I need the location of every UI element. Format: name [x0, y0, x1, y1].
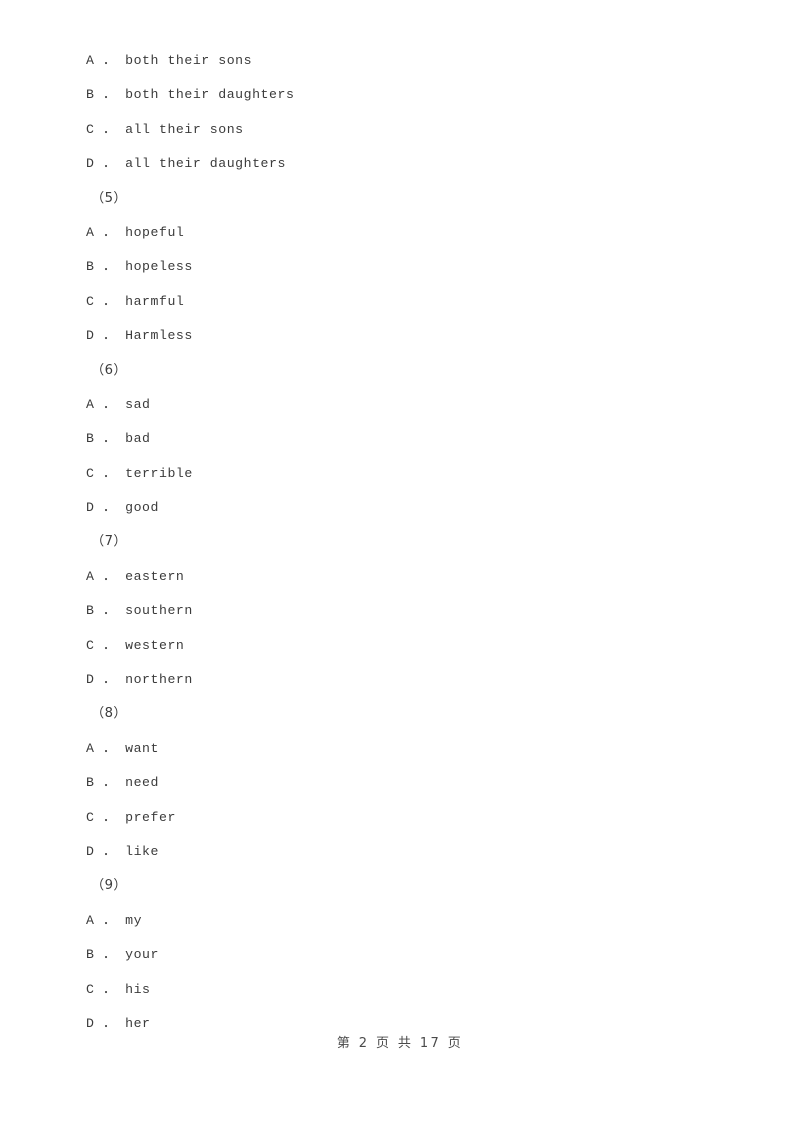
question-number: （6） — [91, 362, 127, 378]
question-group: A ． both their sons B ． both their daugh… — [86, 44, 746, 182]
question-group: （6） A ． sad B ． bad C ． terrible D ． goo… — [86, 354, 746, 526]
question-group: （7） A ． eastern B ． southern C ． western… — [86, 525, 746, 697]
question-group: （5） A ． hopeful B ． hopeless C ． harmful… — [86, 182, 746, 354]
question-number: （7） — [91, 534, 127, 550]
option-row[interactable]: C ． prefer — [86, 801, 746, 835]
option-row[interactable]: B ． hopeless — [86, 250, 746, 284]
question-number: （9） — [91, 878, 127, 894]
option-row[interactable]: C ． his — [86, 973, 746, 1007]
option-row[interactable]: A ． eastern — [86, 560, 746, 594]
option-row[interactable]: A ． want — [86, 732, 746, 766]
option-row[interactable]: A ． hopeful — [86, 216, 746, 250]
question-number: （5） — [91, 190, 127, 206]
question-group: （9） A ． my B ． your C ． his D ． her — [86, 869, 746, 1041]
option-row[interactable]: D ． good — [86, 491, 746, 525]
option-row[interactable]: D ． northern — [86, 663, 746, 697]
option-row[interactable]: B ． need — [86, 766, 746, 800]
option-row[interactable]: D ． like — [86, 835, 746, 869]
option-row[interactable]: A ． my — [86, 904, 746, 938]
option-row[interactable]: D ． Harmless — [86, 319, 746, 353]
option-row[interactable]: C ． all their sons — [86, 113, 746, 147]
option-row[interactable]: B ． southern — [86, 594, 746, 628]
option-row[interactable]: A ． sad — [86, 388, 746, 422]
question-list: A ． both their sons B ． both their daugh… — [86, 44, 746, 1041]
option-row[interactable]: B ． bad — [86, 422, 746, 456]
option-row[interactable]: C ． harmful — [86, 285, 746, 319]
document-page: A ． both their sons B ． both their daugh… — [0, 0, 800, 1132]
question-number: （8） — [91, 706, 127, 722]
option-row[interactable]: B ． your — [86, 938, 746, 972]
option-row[interactable]: B ． both their daughters — [86, 78, 746, 112]
option-row[interactable]: A ． both their sons — [86, 44, 746, 78]
option-row[interactable]: C ． western — [86, 629, 746, 663]
option-row[interactable]: D ． all their daughters — [86, 147, 746, 181]
page-footer: 第 2 页 共 17 页 — [336, 1036, 464, 1051]
question-group: （8） A ． want B ． need C ． prefer D ． lik… — [86, 697, 746, 869]
option-row[interactable]: C ． terrible — [86, 457, 746, 491]
